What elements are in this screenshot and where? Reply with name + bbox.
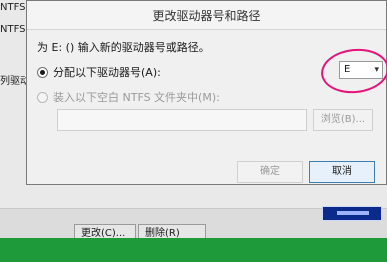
change-drive-letter-dialog: 更改驱动器号和路径 为 E: () 输入新的驱动器号或路径。 分配以下驱动器号(… — [26, 0, 387, 185]
mount-folder-label: 装入以下空白 NTFS 文件夹中(M): — [53, 91, 220, 104]
assign-letter-radio[interactable] — [37, 66, 48, 78]
assign-letter-option[interactable]: 分配以下驱动器号(A): — [37, 64, 161, 80]
dialog-titlebar: 更改驱动器号和路径 — [27, 1, 386, 30]
cancel-button[interactable]: 取消 — [309, 161, 375, 183]
selected-volume-strip — [322, 206, 382, 221]
annotation-circle — [318, 45, 387, 97]
bg-label-ntfs-1: NTFS — [0, 2, 26, 13]
bg-label-ntfs-2: NTFS — [0, 24, 26, 35]
browse-button[interactable]: 浏览(B)... — [313, 109, 373, 131]
folder-path-input[interactable] — [57, 109, 307, 131]
mount-folder-radio[interactable] — [37, 91, 48, 103]
mount-folder-option[interactable]: 装入以下空白 NTFS 文件夹中(M): — [37, 89, 220, 105]
dialog-title: 更改驱动器号和路径 — [152, 9, 261, 23]
dialog-content: 为 E: () 输入新的驱动器号或路径。 分配以下驱动器号(A): E ▾ 装入… — [27, 29, 387, 184]
desktop-green-bar — [0, 238, 387, 262]
assign-letter-label: 分配以下驱动器号(A): — [53, 66, 161, 79]
dialog-prompt: 为 E: () 输入新的驱动器号或路径。 — [37, 41, 210, 54]
ok-button[interactable]: 确定 — [237, 161, 303, 183]
